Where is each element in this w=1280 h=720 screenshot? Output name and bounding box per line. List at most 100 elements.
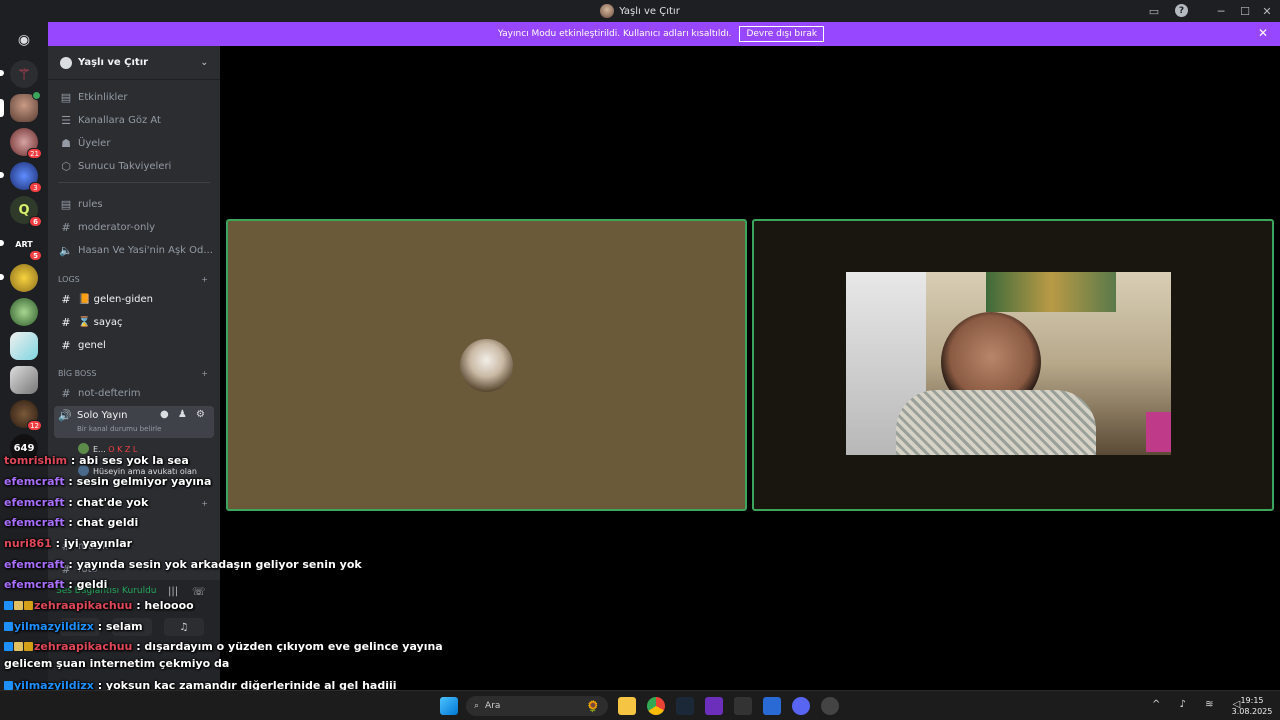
chat-username[interactable]: zehraapikachuu [34, 599, 132, 612]
file-explorer-icon[interactable] [618, 697, 636, 715]
search-placeholder: Ara [485, 701, 501, 711]
guild-icon-1[interactable]: ⚚ [0, 60, 38, 88]
hashtag-icon: # [61, 315, 71, 329]
streamer-mode-banner: Yayıncı Modu etkinleştirildi. Kullanıcı … [42, 22, 1280, 46]
chrome-icon[interactable] [647, 697, 665, 715]
app-icon-2[interactable] [763, 697, 781, 715]
divider [58, 182, 210, 183]
chevron-down-icon: ⌄ [200, 57, 208, 68]
guild-icon-5[interactable]: Q6 [10, 196, 42, 227]
disconnect-icon[interactable]: ☏ [192, 585, 206, 598]
help-icon[interactable]: ? [1175, 4, 1188, 17]
guild-icon-11[interactable]: 12 [10, 400, 42, 431]
chat-message: efemcraft : chat geldi [4, 516, 138, 529]
chat-text: : heloooo [132, 599, 194, 612]
discord-home-icon[interactable]: ◉ [10, 26, 38, 54]
chat-username[interactable]: efemcraft [4, 516, 65, 529]
guild-icon-art[interactable]: ART 5 [0, 230, 42, 261]
minimize-icon[interactable]: ─ [1213, 3, 1229, 19]
inbox-icon[interactable]: ▭ [1146, 3, 1162, 19]
hashtag-icon: # [61, 292, 71, 306]
chat-message: efemcraft : geldi [4, 578, 107, 591]
person-shirt [896, 390, 1096, 455]
search-highlight-icon: 🌻 [586, 699, 600, 713]
mention-badge: 3 [29, 182, 42, 193]
hashtag-icon: # [61, 338, 71, 352]
chat-text: : yayında sesin yok arkadaşın geliyor se… [64, 558, 362, 571]
category-big-boss[interactable]: BİG BOSS + [58, 369, 208, 378]
guild-icon-8[interactable] [10, 298, 38, 326]
soundboard-button[interactable]: ♫ [164, 618, 204, 636]
camera-feed [846, 272, 1171, 455]
chat-username[interactable]: tomrishim [4, 454, 67, 467]
channel-sayac[interactable]: # ⌛ sayaç [58, 312, 216, 332]
chat-badge-icon [14, 642, 23, 651]
menu-members[interactable]: ☗ Üyeler [58, 133, 216, 153]
channel-moderator-only[interactable]: # moderator-only [58, 217, 216, 237]
chat-username[interactable]: efemcraft [4, 496, 65, 509]
obs-icon[interactable] [821, 697, 839, 715]
participant-tile-1[interactable] [226, 219, 747, 511]
epic-games-icon[interactable] [734, 697, 752, 715]
close-icon[interactable]: ✕ [1258, 26, 1268, 40]
taskbar-search[interactable]: ⌕ Ara 🌻 [466, 696, 608, 716]
channel-rules[interactable]: ▤ rules [58, 194, 216, 214]
window-title-group: Yaşlı ve Çıtır [0, 0, 1280, 22]
speaker-icon: 🔊 [58, 409, 72, 422]
chat-badge-icon [4, 642, 13, 651]
voice-channel-status[interactable]: Bir kanal durumu belirle [77, 425, 161, 433]
channel-gelen-giden[interactable]: # 📙 gelen-giden [58, 289, 216, 309]
participant-tile-2[interactable] [752, 219, 1274, 511]
chat-username[interactable]: zehraapikachuu [34, 640, 132, 653]
chat-username[interactable]: efemcraft [4, 475, 65, 488]
chat-text: : chat'de yok [64, 496, 149, 509]
chat-message: efemcraft : chat'de yok [4, 496, 148, 509]
mention-badge: 21 [27, 148, 42, 159]
guild-icon-9[interactable] [10, 332, 38, 360]
chat-badge-icon [14, 601, 23, 610]
voice-user-1[interactable]: E... O K Z L [78, 443, 137, 454]
server-boost-icon [60, 56, 72, 69]
server-header[interactable]: Yaşlı ve Çıtır ⌄ [48, 46, 220, 80]
guild-icon-7[interactable] [0, 264, 38, 292]
maximize-icon[interactable]: ☐ [1237, 3, 1253, 19]
chat-badge-icon [24, 642, 33, 651]
signal-icon[interactable]: ||| [168, 586, 178, 597]
app-icon[interactable] [705, 697, 723, 715]
guild-icon-4[interactable]: 3 [0, 162, 42, 193]
close-window-icon[interactable]: ✕ [1259, 3, 1275, 19]
avatar [78, 443, 89, 454]
discord-taskbar-icon[interactable] [792, 697, 810, 715]
chat-username[interactable]: yilmazyildizx [14, 620, 94, 633]
steam-icon[interactable] [676, 697, 694, 715]
guild-icon-current[interactable] [0, 91, 41, 122]
channel-voice-hasan[interactable]: 🔈 Hasan Ve Yasi'nin Aşk Od... [58, 240, 216, 260]
disable-streamer-mode-button[interactable]: Devre dışı bırak [739, 26, 825, 42]
windows-start-icon[interactable] [440, 697, 458, 715]
chat-username[interactable]: efemcraft [4, 558, 65, 571]
chat-message: zehraapikachuu : dışardayım o yüzden çık… [4, 640, 443, 653]
guild-label: ART [15, 239, 33, 249]
add-channel-icon[interactable]: + [201, 499, 208, 508]
chat-username[interactable]: nuri861 [4, 537, 52, 550]
menu-server-boosts[interactable]: ⬡ Sunucu Takviyeleri [58, 156, 216, 176]
channel-genel[interactable]: # genel [58, 335, 216, 355]
chat-username[interactable]: efemcraft [4, 578, 65, 591]
category-logs[interactable]: LOGS + [58, 275, 208, 284]
voice-channel-actions[interactable]: ● ♟ ⚙ [160, 409, 208, 420]
clock-time: 19:15 [1240, 696, 1264, 705]
pink-object [1146, 412, 1171, 452]
menu-browse-channels[interactable]: ☰ Kanallara Göz At [58, 110, 216, 130]
chat-text: : chat geldi [64, 516, 139, 529]
guild-icon-3[interactable]: 21 [10, 128, 42, 159]
guild-icon-10[interactable] [10, 366, 38, 394]
channel-not-defterim[interactable]: # not-defterim [58, 383, 216, 403]
add-channel-icon[interactable]: + [201, 369, 208, 378]
add-channel-icon[interactable]: + [201, 275, 208, 284]
user-panel: Ses Bağlantısı Kuruldu ||| ☏ ▭ 🎮 ♫ [48, 580, 220, 690]
chat-message: efemcraft : yayında sesin yok arkadaşın … [4, 558, 362, 571]
voice-channel-active[interactable]: 🔊 Solo Yayın Bir kanal durumu belirle ● … [54, 406, 214, 438]
rules-icon: ▤ [60, 197, 72, 211]
taskbar-clock[interactable]: 19:15 3.08.2025 [1228, 695, 1276, 717]
menu-events[interactable]: ▤ Etkinlikler [58, 87, 216, 107]
